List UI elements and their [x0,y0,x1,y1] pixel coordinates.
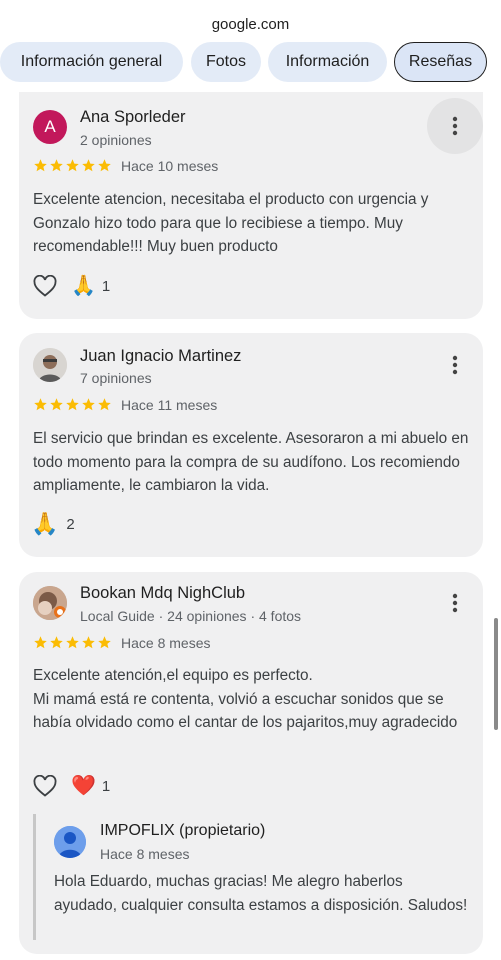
more-vert-icon [452,116,458,136]
review-text-line: Excelente atención,el equipo es perfecto… [33,667,313,684]
star-icon [81,158,96,173]
like-button[interactable] [33,275,57,297]
star-icon [65,158,80,173]
like-button[interactable] [33,775,57,797]
star-icon [97,635,112,650]
url-bar[interactable]: google.com [0,0,501,42]
review-text-line: Mi mamá está re contenta, volvió a escuc… [33,690,458,732]
review-text: El servicio que brindan es excelente. As… [33,430,469,494]
reaction-count: 1 [101,277,111,295]
avatar[interactable] [33,586,67,620]
star-icon [81,397,96,412]
reaction-heart[interactable]: ❤️ 1 [71,775,110,797]
star-icon [97,158,112,173]
star-icon [33,635,48,650]
review-author[interactable]: Ana Sporleder [80,108,186,127]
review-reactions: 🙏 2 [31,513,75,535]
star-icon [49,635,64,650]
more-options-button[interactable] [427,98,483,154]
avatar[interactable] [33,348,67,382]
more-vert-icon [452,355,458,375]
review-author[interactable]: Bookan Mdq NighClub [80,584,245,603]
review-author[interactable]: Juan Ignacio Martinez [80,347,241,366]
review-author-meta: Local Guide · 24 opiniones · 4 fotos [80,608,302,624]
review-author-meta: 7 opiniones [80,370,152,386]
star-icon [65,635,80,650]
star-icon [33,397,48,412]
tab-fotos[interactable]: Fotos [191,42,261,82]
tab-resenas[interactable]: Reseñas [394,42,487,82]
avatar[interactable]: A [33,110,67,144]
review-date: Hace 10 meses [121,158,219,174]
star-icon [97,397,112,412]
star-icon [65,397,80,412]
tab-label: Información [285,53,370,70]
star-icon [49,158,64,173]
reaction-thank-you[interactable]: 🙏 2 [31,513,75,535]
star-rating [33,397,112,412]
review-card: Bookan Mdq NighClub Local Guide · 24 opi… [19,572,483,954]
scrollbar[interactable] [494,618,498,730]
thank-you-emoji-icon: 🙏 [31,511,59,536]
review-card: A Ana Sporleder 2 opiniones Hace 10 mese… [19,92,483,319]
star-icon [81,635,96,650]
review-date: Hace 8 meses [121,635,211,651]
review-author-meta: 2 opiniones [80,132,152,148]
more-vert-icon [452,593,458,613]
review-date: Hace 11 meses [121,397,218,413]
tab-informacion-general[interactable]: Información general [0,42,183,82]
heart-outline-icon [33,775,57,797]
review-text: Excelente atención,el equipo es perfecto… [33,664,473,735]
review-reactions: 🙏 1 [33,275,110,297]
person-photo-icon [33,348,67,382]
thank-you-emoji-icon: 🙏 [71,275,96,297]
star-rating [33,158,112,173]
tab-label: Reseñas [408,53,473,70]
heart-outline-icon [33,275,57,297]
tab-informacion[interactable]: Información [268,42,387,82]
tab-label: Información general [20,53,163,70]
review-reactions: ❤️ 1 [33,775,110,797]
owner-avatar[interactable] [54,826,86,858]
place-tabs: Información general Fotos Información Re… [0,40,501,84]
reaction-thank-you[interactable]: 🙏 1 [71,275,110,297]
star-icon [33,158,48,173]
reaction-count: 2 [66,515,75,533]
url-text: google.com [211,16,290,33]
reaction-count: 1 [101,777,111,795]
review-card: Juan Ignacio Martinez 7 opiniones Hace 1… [19,333,483,557]
avatar-letter: A [44,117,56,136]
star-rating [33,635,112,650]
more-options-button[interactable] [427,337,483,393]
review-text: Excelente atencion, necesitaba el produc… [33,191,429,255]
owner-reply-text: Hola Eduardo, muchas gracias! Me alegro … [54,873,468,914]
owner-name: IMPOFLIX (propietario) [100,822,266,839]
owner-reply-date: Hace 8 meses [100,846,190,862]
person-photo-icon [33,586,67,620]
person-icon [54,826,86,858]
red-heart-emoji-icon: ❤️ [71,775,96,797]
star-icon [49,397,64,412]
more-options-button[interactable] [427,575,483,631]
reply-divider [33,814,36,940]
tab-label: Fotos [205,53,246,70]
